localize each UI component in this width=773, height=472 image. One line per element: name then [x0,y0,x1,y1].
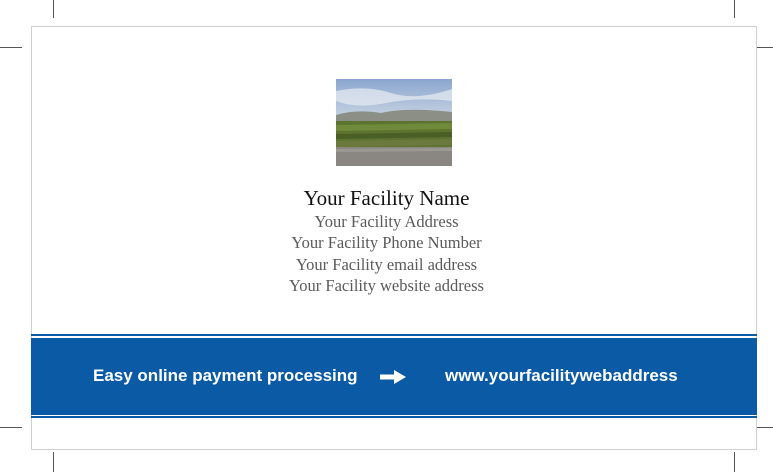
crop-mark-top-left-horizontal [0,47,22,48]
crop-mark-bottom-right-horizontal [757,427,773,428]
payment-tagline: Easy online payment processing [93,366,358,385]
crop-mark-bottom-right-vertical [734,452,735,472]
banner-top-rule [31,334,757,336]
banner-web-address: www.yourfacilitywebaddress [445,366,678,385]
banner-bottom-rule [31,416,757,418]
facility-name: Your Facility Name [303,186,470,210]
crop-mark-top-right-horizontal [757,47,773,48]
crop-mark-top-left-vertical [53,0,54,18]
facility-address: Your Facility Address [314,212,459,231]
right-arrow-icon [380,370,406,384]
facility-website: Your Facility website address [289,276,484,295]
crop-mark-bottom-left-vertical [53,452,54,472]
facility-email: Your Facility email address [295,255,478,274]
crop-mark-top-right-vertical [734,0,735,18]
crop-mark-bottom-left-horizontal [0,427,22,428]
facility-phone: Your Facility Phone Number [291,233,482,252]
facility-photo [336,79,452,166]
